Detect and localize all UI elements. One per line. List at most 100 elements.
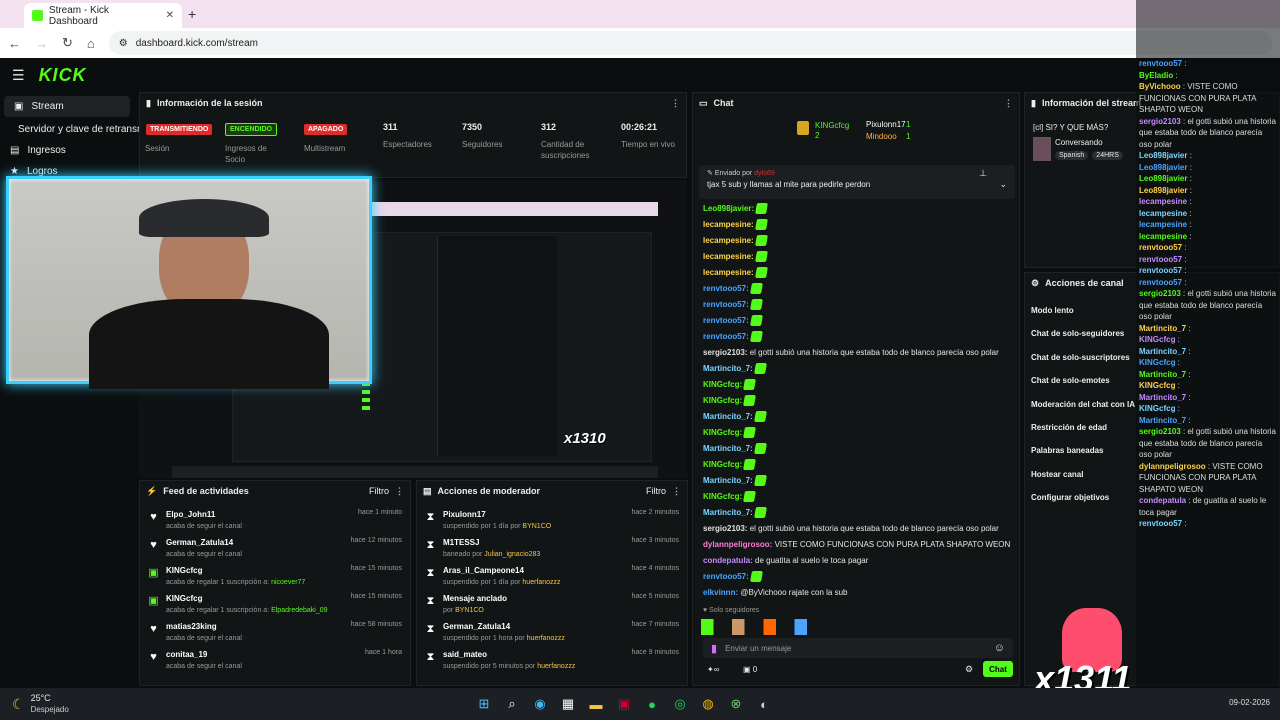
sidebar-item-server-key[interactable]: Servidor y clave de retransmisión — [0, 119, 166, 140]
activity-recipient[interactable]: Elpadredebaki_09 — [271, 607, 327, 614]
activity-recipient[interactable]: nicoever77 — [271, 579, 305, 586]
chat-message[interactable]: sergio2103: el gotti subió una historia … — [693, 345, 1019, 361]
activity-username[interactable]: KINGcfcg — [166, 593, 344, 605]
chat-message[interactable]: condepatula: de guatita al suelo le toca… — [693, 553, 1019, 569]
chat-username[interactable]: renvtooo57: — [703, 316, 749, 325]
chat-message[interactable]: lecampesine: — [693, 265, 1019, 281]
emoji-icon[interactable]: ☺ — [994, 642, 1005, 654]
chat-username[interactable]: sergio2103: — [703, 348, 747, 357]
mod-action-row[interactable]: ⧗ Mensaje anclado por BYN1CO hace 5 minutos — [417, 591, 687, 619]
chat-settings-icon[interactable]: ⚙ — [965, 664, 973, 675]
chat-message[interactable]: renvtooo57: — [693, 313, 1019, 329]
chat-message[interactable]: KINGcfcg: — [693, 457, 1019, 473]
store-icon[interactable]: ▦ — [557, 693, 579, 715]
mod-action-target[interactable]: Aras_il_Campeone14 — [443, 565, 625, 577]
chat-username[interactable]: renvtooo57: — [703, 300, 749, 309]
activity-row[interactable]: ♥ German_Zatula14 acaba de seguir el canal… — [140, 535, 410, 563]
chat-message[interactable]: lecampesine: — [693, 233, 1019, 249]
explorer-icon[interactable]: ▬ — [585, 693, 607, 715]
spotify-icon[interactable]: ● — [641, 693, 663, 715]
mod-action-moderator[interactable]: huerfanozzz — [527, 635, 565, 642]
chat-message[interactable]: renvtooo57: — [693, 297, 1019, 313]
chat-message[interactable]: dylannpeligrosoo: VISTE COMO FUNCIONAS C… — [693, 537, 1019, 553]
chat-username[interactable]: KINGcfcg: — [703, 428, 742, 437]
app2-icon[interactable]: ◐ — [753, 693, 775, 715]
mod-action-moderator[interactable]: huerfanozzz — [537, 663, 575, 670]
chat-message[interactable]: KINGcfcg: — [693, 377, 1019, 393]
menu-icon[interactable]: ☰ — [12, 67, 25, 84]
mod-action-row[interactable]: ⧗ Aras_il_Campeone14 suspendido por 1 día … — [417, 563, 687, 591]
top-gifter-2[interactable]: Pixulonn17 — [866, 120, 906, 129]
activity-username[interactable]: matias23king — [166, 621, 344, 633]
chat-username[interactable]: Martincito_7: — [703, 508, 753, 517]
top-gifter-1[interactable]: KINGcfcg — [815, 121, 849, 130]
chat-username[interactable]: renvtooo57: — [703, 572, 749, 581]
more-options-icon[interactable]: ⋮ — [671, 98, 680, 109]
chat-username[interactable]: Martincito_7: — [703, 364, 753, 373]
more-options-icon[interactable]: ⋮ — [395, 486, 404, 497]
activity-row[interactable]: ▣ KINGcfcg acaba de regalar 1 suscripción … — [140, 591, 410, 619]
chat-message[interactable]: renvtooo57: — [693, 281, 1019, 297]
mod-action-moderator[interactable]: BYN1CO — [522, 523, 551, 530]
activity-row[interactable]: ♥ matias23king acaba de seguir el canal ha… — [140, 619, 410, 647]
site-info-icon[interactable]: ⚙ — [119, 38, 128, 49]
chat-message[interactable]: lecampesine: — [693, 217, 1019, 233]
mod-action-row[interactable]: ⧗ said_mateo suspendido por 5 minutos por … — [417, 647, 687, 675]
emote-bar[interactable] — [701, 619, 1013, 635]
mod-action-row[interactable]: ⧗ Pixulonn17 suspendido por 1 día por BYN1… — [417, 507, 687, 535]
chat-username[interactable]: KINGcfcg: — [703, 396, 742, 405]
edge-icon[interactable]: ◉ — [529, 693, 551, 715]
send-chat-button[interactable]: Chat — [983, 661, 1013, 677]
chat-username[interactable]: lecampesine: — [703, 236, 754, 245]
chat-username[interactable]: KINGcfcg: — [703, 460, 742, 469]
chat-message[interactable]: KINGcfcg: — [693, 425, 1019, 441]
kick-logo[interactable]: KICK — [39, 65, 87, 86]
chat-username[interactable]: Martincito_7: — [703, 412, 753, 421]
chat-username[interactable]: dylannpeligrosoo: — [703, 540, 772, 549]
reload-icon[interactable]: ↻ — [62, 35, 73, 51]
chat-message[interactable]: KINGcfcg: — [693, 393, 1019, 409]
filter-button[interactable]: Filtro — [646, 486, 666, 496]
mod-action-target[interactable]: Pixulonn17 — [443, 509, 625, 521]
activity-row[interactable]: ♥ Elpo_John11 acaba de seguir el canal hac… — [140, 507, 410, 535]
mod-action-row[interactable]: ⧗ German_Zatula14 suspendido por 1 hora po… — [417, 619, 687, 647]
chat-message[interactable]: lecampesine: — [693, 249, 1019, 265]
mod-action-moderator[interactable]: Julian_ignacio283 — [484, 551, 540, 558]
filter-button[interactable]: Filtro — [369, 486, 389, 496]
chat-message[interactable]: Martincito_7: — [693, 361, 1019, 377]
url-field[interactable]: ⚙ dashboard.kick.com/stream — [108, 31, 1272, 55]
new-tab-icon[interactable]: + — [188, 6, 196, 22]
forward-icon[interactable]: → — [35, 36, 48, 51]
mod-action-target[interactable]: M1TESSJ — [443, 537, 625, 549]
home-icon[interactable]: ⌂ — [87, 36, 95, 51]
more-options-icon[interactable]: ⋮ — [1004, 98, 1013, 109]
whatsapp-icon[interactable]: ◎ — [669, 693, 691, 715]
activity-username[interactable]: German_Zatula14 — [166, 537, 344, 549]
chat-username[interactable]: KINGcfcg: — [703, 380, 742, 389]
pinned-message[interactable]: ✎ Enviado por dylo69 tjax 5 sub y llamas… — [699, 165, 1015, 199]
app-icon[interactable]: ▣ — [613, 693, 635, 715]
chat-username[interactable]: renvtooo57: — [703, 332, 749, 341]
chat-message[interactable]: elkvinnn: @ByVichooo rajate con la sub — [693, 585, 1019, 601]
sidebar-item-stream[interactable]: ▣ Stream — [4, 96, 130, 117]
activity-username[interactable]: KINGcfcg — [166, 565, 344, 577]
chat-username[interactable]: Leo898javier: — [703, 204, 754, 213]
xbox-icon[interactable]: ⊗ — [725, 693, 747, 715]
activity-row[interactable]: ▣ KINGcfcg acaba de regalar 1 suscripción … — [140, 563, 410, 591]
chat-username[interactable]: lecampesine: — [703, 220, 754, 229]
chat-message[interactable]: Martincito_7: — [693, 505, 1019, 521]
browser-tab[interactable]: Stream - Kick Dashboard ✕ — [24, 3, 182, 28]
wallet-icon[interactable]: ▣ 0 — [743, 665, 757, 674]
mod-action-moderator[interactable]: BYN1CO — [455, 607, 484, 614]
chat-input[interactable]: ▮ Enviar un mensaje ☺ — [703, 638, 1013, 658]
mod-action-moderator[interactable]: huerfanozzz — [522, 579, 560, 586]
search-icon[interactable]: ⌕ — [501, 693, 523, 715]
chat-message[interactable]: Martincito_7: — [693, 441, 1019, 457]
chat-username[interactable]: lecampesine: — [703, 252, 754, 261]
activity-username[interactable]: conitaa_19 — [166, 649, 358, 661]
chat-message[interactable]: KINGcfcg: — [693, 489, 1019, 505]
more-options-icon[interactable]: ⋮ — [672, 486, 681, 497]
chat-username[interactable]: KINGcfcg: — [703, 492, 742, 501]
chat-username[interactable]: sergio2103: — [703, 524, 747, 533]
chat-username[interactable]: condepatula: — [703, 556, 753, 565]
